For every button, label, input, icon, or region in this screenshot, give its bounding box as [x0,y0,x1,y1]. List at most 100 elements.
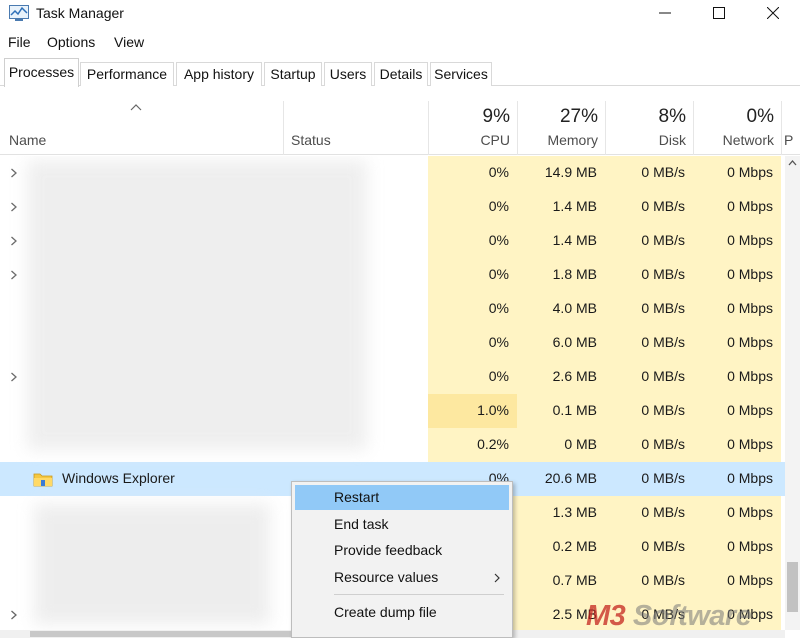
folder-icon [33,473,53,487]
menu-bar: File Options View [0,32,800,54]
column-network[interactable]: Network [696,132,774,148]
window-title: Task Manager [36,5,124,21]
memory-cell: 1.4 MB [552,232,597,248]
network-cell: 0 Mbps [727,402,773,418]
menu-view[interactable]: View [114,34,144,50]
tab-startup[interactable]: Startup [264,62,322,86]
column-memory[interactable]: Memory [520,132,598,148]
network-cell: 0 Mbps [727,198,773,214]
memory-cell: 0.7 MB [552,572,597,588]
vertical-scrollbar[interactable] [785,156,800,630]
disk-cell: 0 MB/s [641,470,685,486]
column-name[interactable]: Name [9,132,46,148]
menu-item-resource-values[interactable]: Resource values [295,565,509,590]
menu-options[interactable]: Options [47,34,95,50]
network-cell: 0 Mbps [727,436,773,452]
menu-item-resource-values-label: Resource values [334,569,439,585]
cpu-total[interactable]: 9% [438,106,510,128]
disk-cell: 0 MB/s [641,334,685,350]
disk-cell: 0 MB/s [641,232,685,248]
tab-processes[interactable]: Processes [4,58,79,87]
menu-item-provide-feedback[interactable]: Provide feedback [295,538,509,563]
memory-cell: 4.0 MB [552,300,597,316]
minimize-icon [659,12,671,14]
cpu-cell: 1.0% [477,402,509,418]
menu-item-restart[interactable]: Restart [295,485,509,510]
minimize-button[interactable] [642,0,688,28]
cpu-cell: 0% [488,198,509,214]
redacted-region [34,504,270,624]
disk-cell: 0 MB/s [641,504,685,520]
disk-cell: 0 MB/s [641,572,685,588]
process-name: Windows Explorer [62,470,175,486]
network-cell: 0 Mbps [727,538,773,554]
memory-total[interactable]: 27% [520,106,598,128]
close-button[interactable] [750,0,796,28]
tab-performance[interactable]: Performance [80,62,174,86]
disk-total[interactable]: 8% [608,106,686,128]
tab-services[interactable]: Services [430,62,492,86]
chevron-right-icon[interactable] [10,372,18,382]
column-cpu[interactable]: CPU [438,132,510,148]
menu-item-create-dump-file[interactable]: Create dump file [295,600,509,625]
cpu-cell: 0.2% [477,436,509,452]
column-disk[interactable]: Disk [608,132,686,148]
network-cell: 0 Mbps [727,504,773,520]
cpu-cell: 0% [488,300,509,316]
redacted-region [27,160,367,450]
cpu-cell: 0% [488,266,509,282]
tab-details[interactable]: Details [374,62,428,86]
memory-cell: 0 MB [564,436,597,452]
menu-item-end-task[interactable]: End task [295,512,509,537]
task-manager-icon [9,5,29,21]
disk-cell: 0 MB/s [641,538,685,554]
network-cell: 0 Mbps [727,334,773,350]
menu-file[interactable]: File [8,34,31,50]
network-cell: 0 Mbps [727,368,773,384]
disk-cell: 0 MB/s [641,164,685,180]
column-header: Name Status 9% CPU 27% Memory 8% Disk 0%… [0,101,800,155]
memory-cell: 14.9 MB [544,164,597,180]
cpu-cell: 0% [488,368,509,384]
chevron-right-icon[interactable] [10,236,18,246]
chevron-right-icon[interactable] [10,270,18,280]
disk-cell: 0 MB/s [641,368,685,384]
scroll-thumb[interactable] [787,562,798,612]
chevron-right-icon[interactable] [10,202,18,212]
scroll-up-icon[interactable] [788,160,797,166]
maximize-button[interactable] [696,0,742,28]
disk-cell: 0 MB/s [641,300,685,316]
disk-cell: 0 MB/s [641,436,685,452]
close-icon [767,7,779,19]
disk-cell: 0 MB/s [641,198,685,214]
maximize-icon [713,7,725,19]
memory-cell: 0.2 MB [552,538,597,554]
cpu-cell: 0% [488,164,509,180]
watermark-brand: M3 [586,600,626,632]
watermark-text: Software [625,600,752,632]
network-cell: 0 Mbps [727,572,773,588]
tab-app-history[interactable]: App history [176,62,262,86]
sort-ascending-icon [130,104,142,111]
cpu-cell: 0% [488,334,509,350]
tab-bar: Processes Performance App history Startu… [0,58,800,87]
title-bar: Task Manager [0,0,800,28]
memory-cell: 20.6 MB [544,470,597,486]
network-cell: 0 Mbps [727,232,773,248]
memory-cell: 1.4 MB [552,198,597,214]
disk-cell: 0 MB/s [641,402,685,418]
network-total[interactable]: 0% [696,106,774,128]
watermark-logo: M3 Software [586,600,752,633]
chevron-right-icon[interactable] [10,168,18,178]
memory-cell: 0.1 MB [552,402,597,418]
chevron-right-icon[interactable] [10,610,18,620]
network-cell: 0 Mbps [727,164,773,180]
tab-users[interactable]: Users [324,62,372,86]
disk-cell: 0 MB/s [641,266,685,282]
column-power[interactable]: P [784,132,798,148]
column-status[interactable]: Status [291,132,331,148]
memory-cell: 1.8 MB [552,266,597,282]
memory-cell: 6.0 MB [552,334,597,350]
context-menu: Restart End task Provide feedback Resour… [291,481,513,638]
memory-cell: 2.6 MB [552,368,597,384]
